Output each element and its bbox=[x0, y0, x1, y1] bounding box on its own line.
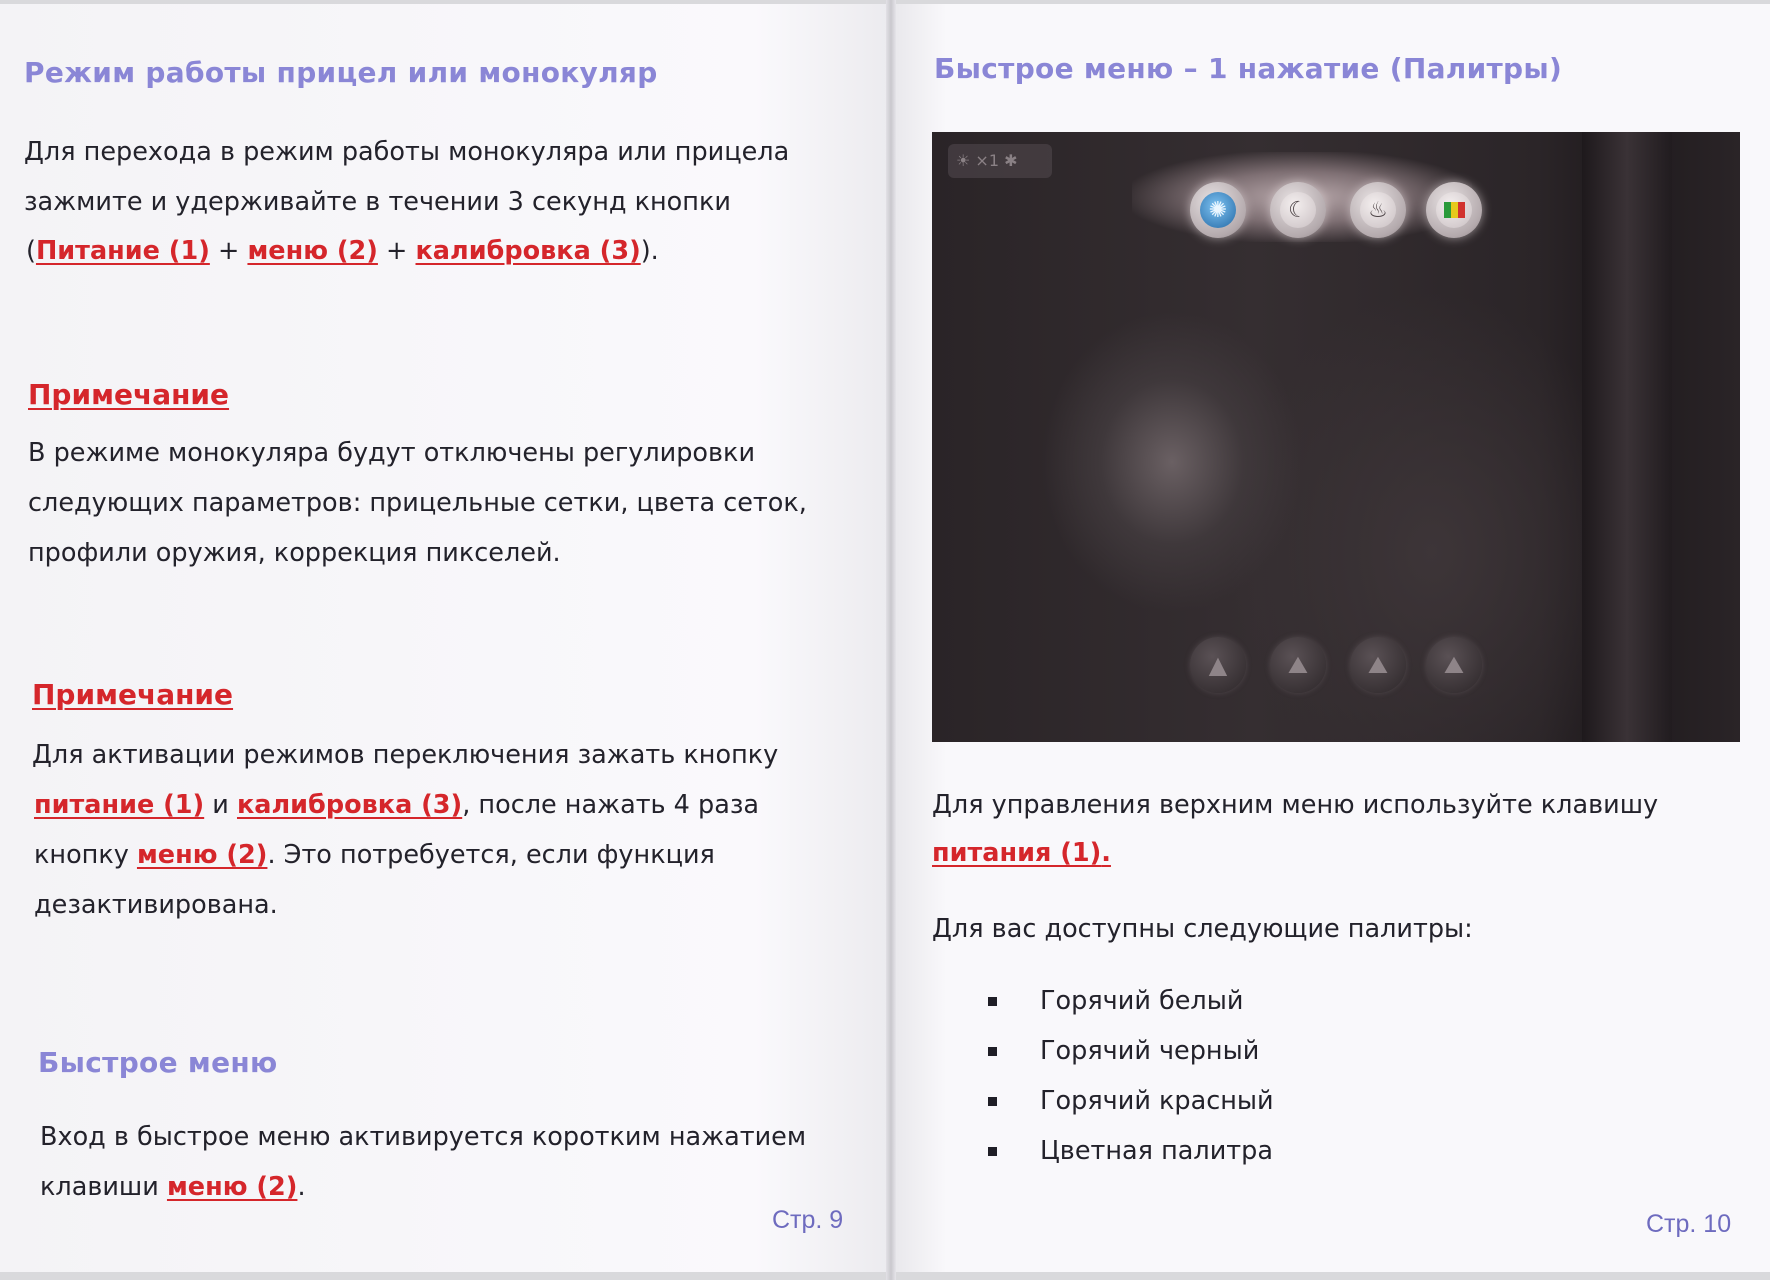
link-power-1[interactable]: питания (1) bbox=[932, 838, 1101, 868]
page-number-right: Стр. 10 bbox=[1646, 1210, 1732, 1238]
note2-line-3-head: кнопку bbox=[34, 840, 137, 870]
note2-line-2: питание (1) и калибровка (3), после нажа… bbox=[34, 790, 759, 820]
note1-line-3: профили оружия, коррекция пикселей. bbox=[28, 538, 561, 568]
link-calibration-3[interactable]: калибровка (3) bbox=[416, 236, 641, 266]
color-bars-glyph bbox=[1436, 192, 1472, 228]
moon-icon[interactable]: ☾ bbox=[1270, 182, 1326, 238]
control-line-2-tail: . bbox=[1101, 838, 1111, 868]
quick-menu-line-1: Вход в быстрое меню активируется коротки… bbox=[40, 1122, 807, 1152]
bullet-marker bbox=[988, 1147, 997, 1156]
section-title-mode: Режим работы прицел или монокуляр bbox=[24, 56, 658, 89]
thermal-screenshot: ☀ ×1 ✱ ✺ ☾ ♨ ▲ ⛰ ⛰ ⛰ bbox=[932, 132, 1740, 742]
color-bars-icon[interactable] bbox=[1426, 182, 1482, 238]
flame-icon[interactable]: ♨ bbox=[1350, 182, 1406, 238]
tree-trunk bbox=[1582, 132, 1672, 742]
note2-line-3-tail: . Это потребуется, если функция bbox=[267, 840, 715, 870]
paren-open: ( bbox=[26, 236, 36, 266]
mountain-icon-2[interactable]: ⛰ bbox=[1350, 637, 1406, 693]
sun-icon[interactable]: ✺ bbox=[1190, 182, 1246, 238]
link-menu-2[interactable]: меню (2) bbox=[167, 1172, 297, 1202]
section-title-quick-menu: Быстрое меню bbox=[38, 1046, 278, 1079]
quick-menu-line-2: клавиши меню (2). bbox=[40, 1172, 306, 1202]
section-title-palettes: Быстрое меню – 1 нажатие (Палитры) bbox=[934, 52, 1563, 85]
link-calibration-3[interactable]: калибровка (3) bbox=[237, 790, 462, 820]
palette-item-3: Горячий красный bbox=[1040, 1086, 1274, 1116]
conj-text: и bbox=[204, 790, 237, 820]
moon-glyph: ☾ bbox=[1280, 192, 1316, 228]
mountain-icon-3[interactable]: ⛰ bbox=[1426, 637, 1482, 693]
plus-sep: + bbox=[377, 236, 416, 266]
scene-icon[interactable]: ▲ bbox=[1190, 637, 1246, 693]
note-title-1: Примечание bbox=[28, 378, 230, 411]
control-line-1: Для управления верхним меню используйте … bbox=[932, 790, 1659, 820]
note2-line-4: дезактивирована. bbox=[34, 890, 278, 920]
note-title-2: Примечание bbox=[32, 678, 234, 711]
status-indicator: ☀ ×1 ✱ bbox=[948, 144, 1052, 178]
bullet-marker bbox=[988, 997, 997, 1006]
mode-text-line-3: (Питание (1) + меню (2) + калибровка (3)… bbox=[26, 236, 659, 266]
paren-close: ). bbox=[640, 236, 659, 266]
mountain-icon-1[interactable]: ⛰ bbox=[1270, 637, 1326, 693]
note2-line-2-tail: , после нажать 4 раза bbox=[462, 790, 760, 820]
plus-sep: + bbox=[209, 236, 248, 266]
link-power-1[interactable]: питание (1) bbox=[34, 790, 204, 820]
quick-menu-line-2-tail: . bbox=[297, 1172, 306, 1202]
palette-item-4: Цветная палитра bbox=[1040, 1136, 1273, 1166]
note2-line-1: Для активации режимов переключения зажат… bbox=[32, 740, 779, 770]
note2-line-3: кнопку меню (2). Это потребуется, если ф… bbox=[34, 840, 715, 870]
link-power-1[interactable]: Питание (1) bbox=[36, 236, 210, 266]
bullet-marker bbox=[988, 1097, 997, 1106]
book-spine bbox=[886, 0, 896, 1280]
mode-text-line-2: зажмите и удерживайте в течении 3 секунд… bbox=[24, 187, 731, 217]
link-menu-2[interactable]: меню (2) bbox=[247, 236, 377, 266]
palette-item-1: Горячий белый bbox=[1040, 986, 1244, 1016]
note1-line-2: следующих параметров: прицельные сетки, … bbox=[28, 488, 807, 518]
mode-text-line-1: Для перехода в режим работы монокуляра и… bbox=[24, 137, 790, 167]
control-line-2: питания (1). bbox=[932, 838, 1111, 868]
note1-line-1: В режиме монокуляра будут отключены регу… bbox=[28, 438, 756, 468]
quick-menu-line-2-head: клавиши bbox=[40, 1172, 167, 1202]
bullet-marker bbox=[988, 1047, 997, 1056]
palette-item-2: Горячий черный bbox=[1040, 1036, 1260, 1066]
link-menu-2[interactable]: меню (2) bbox=[137, 840, 267, 870]
sun-glyph: ✺ bbox=[1200, 192, 1236, 228]
flame-glyph: ♨ bbox=[1360, 192, 1396, 228]
page-number-left: Стр. 9 bbox=[772, 1206, 844, 1234]
palettes-intro: Для вас доступны следующие палитры: bbox=[932, 914, 1473, 944]
